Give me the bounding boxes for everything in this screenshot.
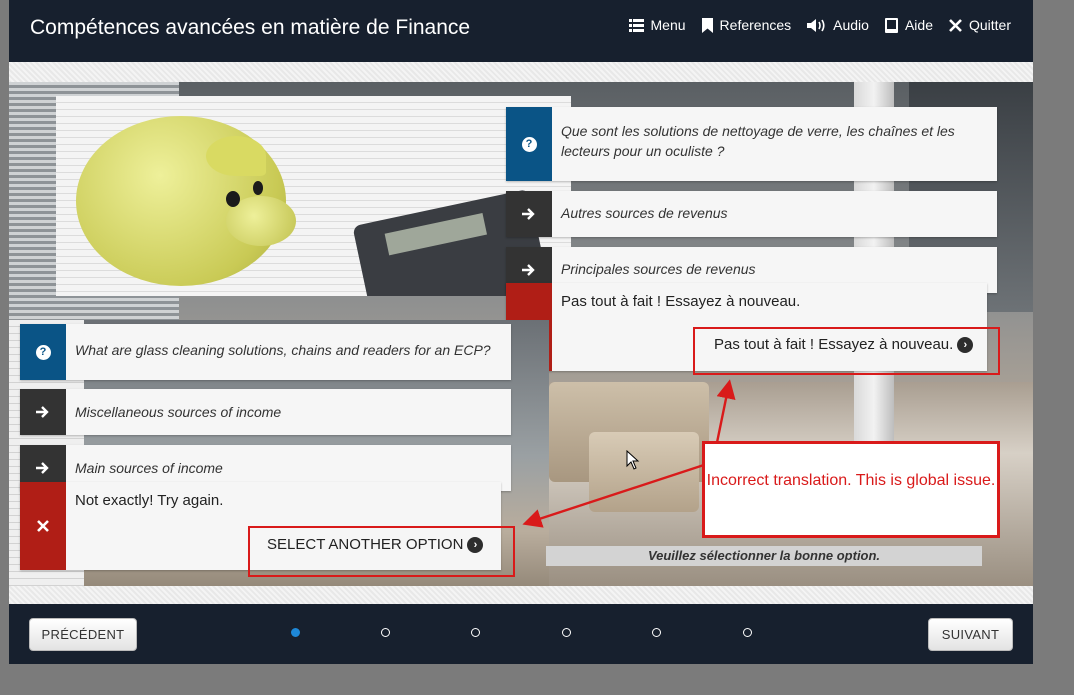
question-badge: ? [20,324,66,380]
page-dot-3[interactable] [471,628,480,637]
office-armchair [589,432,699,512]
option-card-fr-1[interactable]: Autres sources de revenus [506,191,997,237]
arrow-right-icon [522,264,535,276]
option-arrow-badge [20,389,66,435]
mouse-cursor-icon [626,450,640,470]
instruction-hint: Veuillez sélectionner la bonne option. [546,546,982,566]
question-card-en: ? What are glass cleaning solutions, cha… [20,324,511,380]
option-text-fr-1: Autres sources de revenus [561,205,728,221]
question-icon: ? [35,344,51,360]
question-icon: ? [521,136,537,152]
menu-icon [628,18,644,32]
nav-references[interactable]: References [701,17,792,33]
nav-quit-label: Quitter [968,17,1011,33]
header-bar: Compétences avancées en matière de Finan… [9,0,1033,62]
stage-bottom-stripe [9,586,1033,604]
next-button[interactable]: SUIVANT [928,618,1013,651]
option-text-en-2: Main sources of income [75,460,223,476]
question-text-en: What are glass cleaning solutions, chain… [75,342,491,358]
page-dot-4[interactable] [562,628,571,637]
feedback-text-en: Not exactly! Try again. [75,492,224,509]
stage-top-stripe [9,62,1033,82]
nav-menu[interactable]: Menu [628,17,686,33]
close-icon [949,18,962,32]
piggy-bank-image [56,96,571,296]
piggy-eye [226,191,240,207]
question-card-fr: ? Que sont les solutions de nettoyage de… [506,107,997,181]
arrow-right-icon [36,462,49,474]
arrow-right-icon [522,208,535,220]
speaker-icon [807,18,825,32]
previous-button[interactable]: PRÉCÉDENT [29,618,137,651]
footer-bar: PRÉCÉDENT SUIVANT [9,604,1033,664]
annotation-highlight-en [248,526,515,577]
nav-menu-label: Menu [650,17,686,33]
option-text-fr-2: Principales sources de revenus [561,261,756,277]
arrow-right-icon [36,406,49,418]
wrong-x-icon [37,520,49,532]
page-dot-2[interactable] [381,628,390,637]
feedback-text-fr: Pas tout à fait ! Essayez à nouveau. [561,293,801,310]
help-book-icon [884,17,898,33]
piggy-eye-2 [253,181,263,195]
nav-help[interactable]: Aide [884,17,933,33]
nav-references-label: References [719,17,792,33]
piggy-ear [206,136,266,176]
top-nav: Menu References Audio Aide Quitter [628,17,1011,33]
bookmark-icon [701,17,713,33]
question-text-fr: Que sont les solutions de nettoyage de v… [561,123,955,159]
nav-help-label: Aide [904,17,933,33]
nav-quit[interactable]: Quitter [949,17,1011,33]
nav-audio-label: Audio [833,17,869,33]
page-dot-6[interactable] [743,628,752,637]
page-dot-5[interactable] [652,628,661,637]
question-badge: ? [506,107,552,181]
page-title: Compétences avancées en matière de Finan… [30,16,471,39]
annotation-highlight-fr [693,327,1000,375]
nav-audio[interactable]: Audio [807,17,869,33]
calculator-screen [384,213,488,256]
option-card-en-1[interactable]: Miscellaneous sources of income [20,389,511,435]
option-arrow-badge [506,191,552,237]
option-text-en-1: Miscellaneous sources of income [75,404,282,420]
review-annotation: Incorrect translation. This is global is… [702,441,1000,538]
wrong-badge [20,482,66,570]
page-dot-1[interactable] [291,628,300,637]
